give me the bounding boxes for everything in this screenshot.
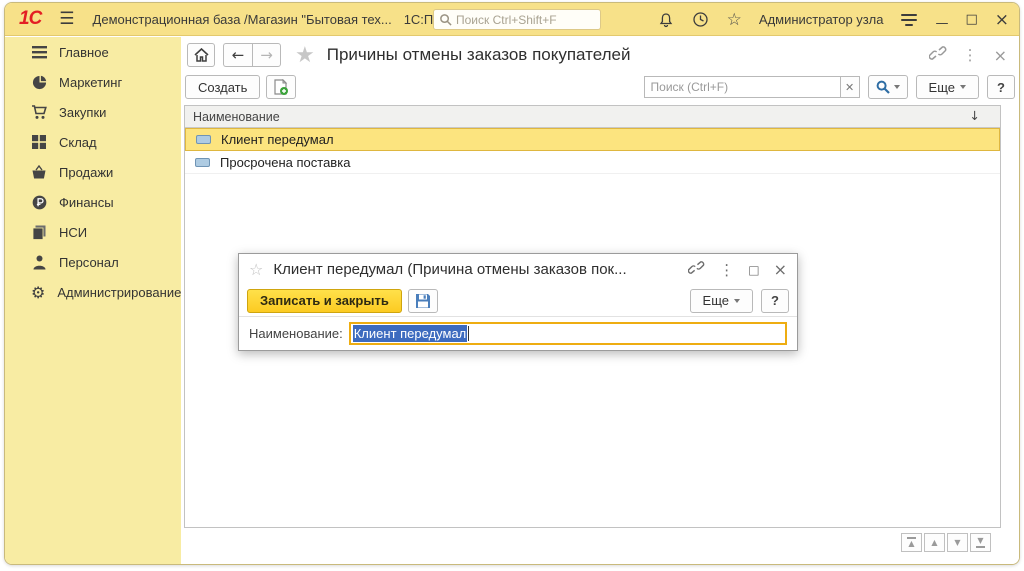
- help-button[interactable]: ?: [987, 75, 1015, 99]
- titlebar: 1С ☰ Демонстрационная база /Магазин "Быт…: [5, 3, 1019, 36]
- scroll-down-button[interactable]: ▼: [947, 533, 968, 552]
- sidebar-item-zakupki[interactable]: Закупки: [5, 97, 181, 127]
- list-search-input[interactable]: [651, 80, 834, 94]
- advanced-search-button[interactable]: [868, 75, 908, 99]
- home-icon: [194, 48, 209, 62]
- service-settings-icon[interactable]: [900, 11, 918, 29]
- save-button[interactable]: [408, 289, 438, 313]
- gear-icon: ⚙: [31, 284, 45, 300]
- sort-descending-icon: ↓: [970, 108, 980, 123]
- selected-text: Клиент передумал: [353, 325, 468, 342]
- app-window: 1С ☰ Демонстрационная база /Магазин "Быт…: [4, 2, 1020, 565]
- minimize-icon[interactable]: —: [935, 13, 948, 26]
- list-item-icon: [195, 158, 210, 167]
- chevron-down-icon: [960, 85, 966, 89]
- home-button[interactable]: [187, 43, 215, 67]
- dialog-menu-kebab-icon[interactable]: ⋮: [719, 261, 734, 279]
- maximize-icon[interactable]: □: [965, 12, 977, 27]
- create-by-copy-button[interactable]: [266, 75, 296, 99]
- main-menu-icon[interactable]: ☰: [59, 9, 74, 29]
- 1c-logo-icon: 1С: [19, 8, 41, 30]
- table-row[interactable]: Клиент передумал: [185, 128, 1000, 151]
- global-search[interactable]: [433, 9, 601, 30]
- pie-chart-icon: [31, 74, 47, 90]
- current-user[interactable]: Администратор узла: [759, 12, 884, 27]
- cart-icon: [31, 104, 47, 120]
- books-icon: [31, 224, 47, 240]
- global-search-input[interactable]: [456, 13, 595, 27]
- search-icon: [876, 80, 890, 94]
- scroll-to-top-button[interactable]: ▲: [901, 533, 922, 552]
- form-header: ← → ★ Причины отмены заказов покупателей…: [185, 41, 1015, 69]
- person-icon: [31, 254, 47, 270]
- search-icon: [439, 13, 452, 26]
- maximize-dialog-icon[interactable]: □: [748, 263, 759, 277]
- notifications-bell-icon[interactable]: [657, 11, 675, 29]
- copy-link-icon[interactable]: [929, 46, 947, 65]
- name-field-label: Наименование:: [249, 326, 343, 341]
- database-title: Демонстрационная база /Магазин "Бытовая …: [93, 12, 392, 27]
- sidebar-item-finansy[interactable]: Финансы: [5, 187, 181, 217]
- sidebar-item-glavnoe[interactable]: Главное: [5, 37, 181, 67]
- item-edit-dialog: ☆ Клиент передумал (Причина отмены заказ…: [238, 253, 798, 351]
- list-search-field[interactable]: [644, 76, 840, 98]
- favorite-star-icon[interactable]: ☆: [249, 260, 263, 279]
- more-button[interactable]: Еще: [916, 75, 979, 99]
- chevron-down-icon: [734, 299, 740, 303]
- sidebar-item-administrirovanie[interactable]: ⚙ Администрирование: [5, 277, 181, 307]
- sidebar-item-prodazhi[interactable]: Продажи: [5, 157, 181, 187]
- sidebar-item-sklad[interactable]: Склад: [5, 127, 181, 157]
- dialog-title: Клиент передумал (Причина отмены заказов…: [273, 261, 626, 278]
- create-button[interactable]: Создать: [185, 75, 260, 99]
- list-item-icon: [196, 135, 211, 144]
- text-cursor: [468, 326, 469, 341]
- history-icon[interactable]: [692, 11, 710, 29]
- basket-icon: [31, 164, 47, 180]
- column-header-name[interactable]: Наименование ↓: [185, 106, 1000, 128]
- dialog-help-button[interactable]: ?: [761, 289, 789, 313]
- form-menu-kebab-icon[interactable]: ⋮: [963, 46, 978, 64]
- new-document-icon: [273, 79, 289, 96]
- name-field-row: Наименование: Клиент передумал: [239, 317, 797, 350]
- dialog-header[interactable]: ☆ Клиент передумал (Причина отмены заказ…: [239, 254, 797, 285]
- close-window-icon[interactable]: ×: [995, 10, 1009, 30]
- favorites-star-icon[interactable]: ☆: [727, 10, 742, 30]
- sidebar-item-personal[interactable]: Персонал: [5, 247, 181, 277]
- clear-search-icon[interactable]: ✕: [840, 76, 860, 98]
- sidebar-item-nsi[interactable]: НСИ: [5, 217, 181, 247]
- close-form-icon[interactable]: ×: [994, 46, 1007, 65]
- save-and-close-button[interactable]: Записать и закрыть: [247, 289, 402, 313]
- close-dialog-icon[interactable]: ×: [774, 260, 787, 279]
- dialog-toolbar: Записать и закрыть Еще ?: [239, 285, 797, 317]
- page-title: Причины отмены заказов покупателей: [327, 45, 631, 65]
- forward-button[interactable]: →: [252, 43, 281, 67]
- floppy-disk-icon: [415, 293, 431, 309]
- copy-link-icon[interactable]: [688, 261, 705, 279]
- name-input[interactable]: Клиент передумал: [349, 322, 787, 345]
- sidebar-item-marketing[interactable]: Маркетинг: [5, 67, 181, 97]
- list-navigation: ▲ ▲ ▼ ▼: [901, 533, 991, 552]
- back-button[interactable]: ←: [223, 43, 252, 67]
- menu-lines-icon: [31, 44, 47, 60]
- scroll-up-button[interactable]: ▲: [924, 533, 945, 552]
- grid-icon: [31, 134, 47, 150]
- dialog-more-button[interactable]: Еще: [690, 289, 753, 313]
- chevron-down-icon: [894, 85, 900, 89]
- list-toolbar: Создать ✕: [185, 73, 1015, 101]
- sidebar: Главное Маркетинг Закупки Склад Продажи: [5, 37, 181, 564]
- table-row[interactable]: Просрочена поставка: [185, 151, 1000, 174]
- ruble-icon: [31, 194, 47, 210]
- favorite-star-icon[interactable]: ★: [295, 43, 315, 68]
- scroll-to-bottom-button[interactable]: ▼: [970, 533, 991, 552]
